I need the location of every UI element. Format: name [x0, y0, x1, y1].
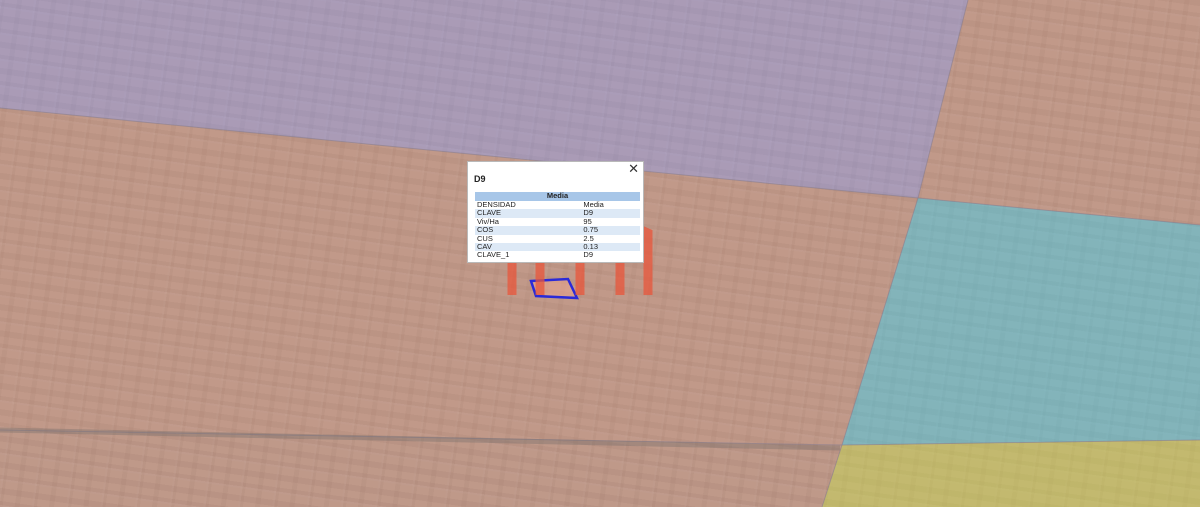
attribute-key: CLAVE_1 — [477, 250, 510, 260]
attribute-row: CUS 2.5 — [475, 234, 640, 243]
attribute-row: CLAVE_1 D9 — [475, 250, 640, 260]
attribute-row: CLAVE D9 — [475, 208, 640, 218]
map-view[interactable]: ✕ D9 Media DENSIDAD Media CLAVE D9 Viv/H… — [0, 0, 1200, 507]
feature-popup: ✕ D9 Media DENSIDAD Media CLAVE D9 Viv/H… — [467, 161, 644, 263]
attribute-value: D9 — [583, 250, 594, 260]
zone-salmon-right[interactable] — [918, 0, 1200, 225]
attribute-row: COS 0.75 — [475, 225, 640, 235]
popup-title: D9 — [474, 174, 486, 184]
zone-yellow[interactable] — [822, 440, 1200, 507]
attribute-row: Viv/Ha 95 — [475, 217, 640, 226]
attribute-table: Media DENSIDAD Media CLAVE D9 Viv/Ha 95 … — [475, 192, 640, 260]
close-icon[interactable]: ✕ — [628, 162, 639, 176]
